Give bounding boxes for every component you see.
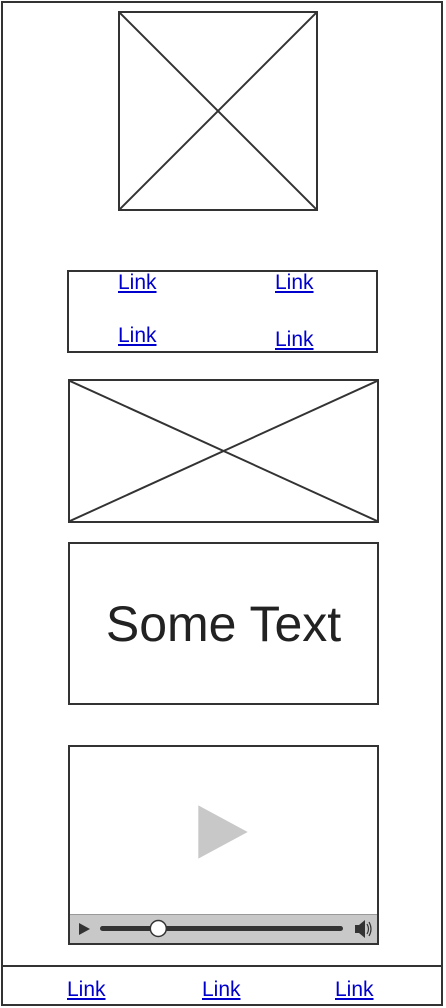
text-block-label: Some Text [105, 595, 342, 652]
footer-divider [1, 965, 443, 967]
seek-handle [149, 919, 168, 938]
image-placeholder-icon [70, 381, 377, 521]
link-grid-item-3[interactable]: Link [118, 324, 157, 348]
banner-image-placeholder [68, 379, 379, 523]
link-grid-item-1[interactable]: Link [118, 271, 157, 295]
top-image-placeholder [118, 11, 318, 211]
link-grid [67, 270, 378, 353]
footer-link-1[interactable]: Link [67, 978, 106, 1002]
image-placeholder-icon [120, 13, 316, 209]
volume-icon [355, 920, 372, 938]
link-grid-item-4[interactable]: Link [275, 328, 314, 352]
text-block: Some Text [68, 542, 379, 705]
footer-link-3[interactable]: Link [335, 978, 374, 1002]
play-icon [198, 805, 248, 859]
play-icon [79, 923, 90, 935]
video-controls [70, 914, 377, 943]
video-player[interactable] [68, 745, 379, 945]
footer-link-2[interactable]: Link [202, 978, 241, 1002]
video-area [198, 805, 248, 859]
link-grid-item-2[interactable]: Link [275, 271, 314, 295]
seek-bar [100, 926, 343, 931]
